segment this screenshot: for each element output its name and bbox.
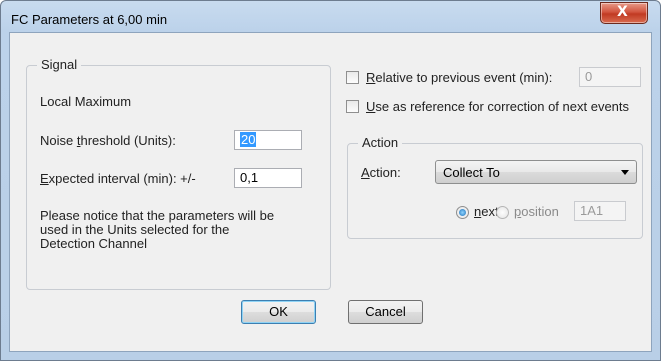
close-button[interactable]: X	[600, 2, 648, 24]
reference-label: Use as reference for correction of next …	[366, 99, 630, 114]
next-radio[interactable]	[456, 206, 469, 219]
relative-label: Relative to previous event (min):	[366, 70, 553, 85]
action-select-value: Collect To	[443, 165, 500, 180]
position-input[interactable]: 1A1	[574, 201, 626, 221]
cancel-button[interactable]: Cancel	[348, 300, 423, 324]
signal-legend: Signal	[37, 57, 82, 72]
units-notice: Please notice that the parameters will b…	[40, 208, 275, 251]
action-label: Action:	[361, 165, 401, 180]
close-icon: X	[617, 4, 628, 20]
action-select[interactable]: Collect To	[435, 160, 637, 184]
noise-threshold-input[interactable]: 20	[234, 130, 302, 150]
title-bar: FC Parameters at 6,00 min X	[1, 1, 660, 33]
position-radio[interactable]	[496, 206, 509, 219]
ok-button[interactable]: OK	[241, 300, 316, 324]
window-title: FC Parameters at 6,00 min	[11, 12, 168, 27]
noise-threshold-label: Noise threshold (Units):	[40, 133, 176, 148]
reference-checkbox[interactable]	[346, 100, 359, 113]
position-label: position	[514, 204, 559, 219]
action-legend: Action	[358, 135, 403, 150]
relative-checkbox[interactable]	[346, 71, 359, 84]
dialog-window: FC Parameters at 6,00 min X Signal Local…	[0, 0, 661, 361]
action-group: Action	[347, 135, 643, 239]
expected-interval-input[interactable]: 0,1	[234, 168, 302, 188]
next-label: next	[474, 204, 499, 219]
signal-heading: Local Maximum	[40, 94, 132, 109]
chevron-down-icon	[621, 170, 629, 175]
relative-value-input[interactable]: 0	[579, 67, 641, 87]
expected-interval-label: Expected interval (min): +/-	[40, 171, 196, 186]
dialog-client-area: Signal Local Maximum Noise threshold (Un…	[9, 32, 652, 352]
